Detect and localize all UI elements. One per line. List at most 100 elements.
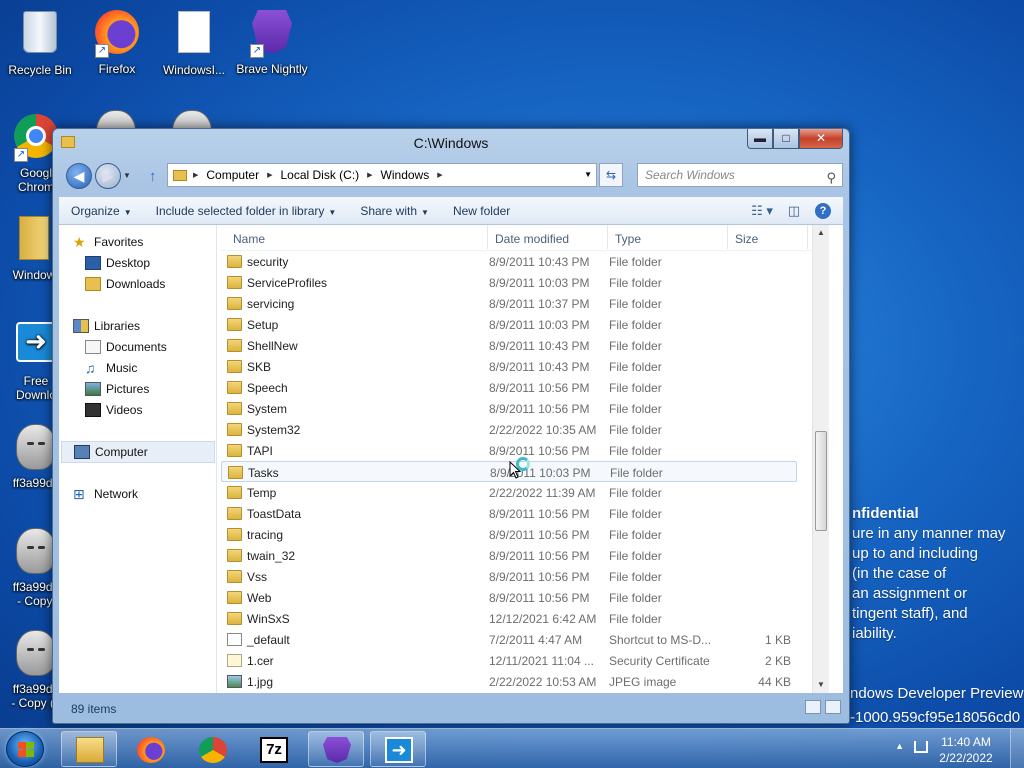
large-icons-view-icon[interactable] — [825, 700, 841, 714]
breadcrumb-arrow-icon[interactable]: ▶ — [437, 171, 442, 179]
nav-pictures[interactable]: Pictures — [85, 382, 149, 396]
nav-libraries[interactable]: Libraries — [73, 319, 140, 333]
column-header-date[interactable]: Date modified — [495, 232, 569, 246]
search-input[interactable]: Search Windows ⚲ — [637, 163, 843, 187]
column-header-name[interactable]: Name — [233, 232, 265, 246]
file-date-modified: 8/9/2011 10:56 PM — [489, 381, 590, 395]
nav-music[interactable]: ♫ Music — [85, 361, 137, 375]
column-divider[interactable] — [727, 225, 728, 249]
back-button[interactable]: ◀ — [66, 163, 92, 189]
file-date-modified: 8/9/2011 10:56 PM — [489, 591, 590, 605]
file-name: 1.jpg — [247, 675, 274, 689]
nav-favorites[interactable]: ★ Favorites — [73, 235, 143, 249]
7zip-icon: 7z — [260, 737, 288, 763]
column-divider[interactable] — [807, 225, 808, 249]
new-folder-button[interactable]: New folder — [441, 204, 522, 218]
file-row[interactable]: tracing 8/9/2011 10:56 PM File folder — [221, 524, 797, 545]
desktop-icon-windows-file[interactable]: WindowsI... — [154, 8, 234, 77]
address-bar[interactable]: ▶ Computer ▶ Local Disk (C:) ▶ Windows ▶… — [167, 163, 597, 187]
file-date-modified: 8/9/2011 10:56 PM — [489, 570, 590, 584]
taskbar-free-download-manager[interactable]: ➜ — [370, 731, 426, 767]
breadcrumb-windows[interactable]: Windows — [381, 168, 430, 182]
file-row[interactable]: servicing 8/9/2011 10:37 PM File folder — [221, 293, 797, 314]
refresh-button[interactable]: ⇆ — [599, 163, 623, 187]
forward-button[interactable]: ▶ — [95, 163, 121, 189]
desktop-icon-firefox[interactable]: ↗ Firefox — [77, 8, 157, 76]
desktop-icon-recycle-bin[interactable]: Recycle Bin — [0, 8, 80, 77]
nav-computer[interactable]: Computer — [61, 441, 215, 463]
column-divider[interactable] — [487, 225, 488, 249]
file-row[interactable]: Temp 2/22/2022 11:39 AM File folder — [221, 482, 797, 503]
file-row[interactable]: Web 8/9/2011 10:56 PM File folder — [221, 587, 797, 608]
file-row[interactable]: twain_32 8/9/2011 10:56 PM File folder — [221, 545, 797, 566]
address-dropdown-icon[interactable]: ▼ — [584, 170, 592, 179]
file-row[interactable]: ServiceProfiles 8/9/2011 10:03 PM File fol… — [221, 272, 797, 293]
share-with-button[interactable]: Share with ▼ — [348, 204, 441, 218]
vertical-scrollbar[interactable]: ▲ ▼ — [812, 225, 829, 693]
details-view-icon[interactable] — [805, 700, 821, 714]
taskbar-7zip[interactable]: 7z — [245, 731, 301, 767]
recent-pages-dropdown-icon[interactable]: ▼ — [123, 171, 131, 180]
breadcrumb-arrow-icon[interactable]: ▶ — [267, 171, 272, 179]
start-button[interactable] — [6, 731, 44, 767]
breadcrumb-computer[interactable]: Computer — [206, 168, 259, 182]
include-in-library-button[interactable]: Include selected folder in library ▼ — [144, 204, 349, 218]
network-status-icon[interactable] — [914, 741, 928, 753]
file-row[interactable]: System 8/9/2011 10:56 PM File folder — [221, 398, 797, 419]
file-row[interactable]: System32 2/22/2022 10:35 AM File folder — [221, 419, 797, 440]
breadcrumb-arrow-icon[interactable]: ▶ — [367, 171, 372, 179]
file-row[interactable]: TAPI 8/9/2011 10:56 PM File folder — [221, 440, 797, 461]
title-bar[interactable]: C:\Windows ▬ □ ✕ — [53, 129, 849, 159]
file-row[interactable]: Speech 8/9/2011 10:56 PM File folder — [221, 377, 797, 398]
file-row[interactable]: 1.jpg 2/22/2022 10:53 AM JPEG image 44 KB — [221, 671, 797, 692]
file-name: Tasks — [248, 466, 279, 480]
nav-videos[interactable]: Videos — [85, 403, 142, 417]
scrollbar-thumb[interactable] — [815, 431, 827, 531]
help-icon[interactable]: ? — [815, 203, 831, 219]
up-arrow-icon[interactable]: ↑ — [149, 168, 157, 185]
folder-icon — [227, 276, 242, 289]
taskbar-firefox[interactable] — [122, 731, 178, 767]
taskbar-explorer[interactable] — [61, 731, 117, 767]
file-row[interactable]: SKB 8/9/2011 10:43 PM File folder — [221, 356, 797, 377]
watermark-text: up to and including — [852, 545, 978, 562]
change-view-icon[interactable]: ☷ ▾ — [751, 203, 773, 219]
clock[interactable]: 11:40 AM 2/22/2022 — [934, 734, 998, 766]
nav-desktop[interactable]: Desktop — [85, 256, 150, 270]
file-row[interactable]: ToastData 8/9/2011 10:56 PM File folder — [221, 503, 797, 524]
scroll-up-arrow-icon[interactable]: ▲ — [813, 225, 829, 241]
organize-button[interactable]: Organize ▼ — [59, 204, 144, 218]
file-row[interactable]: Setup 8/9/2011 10:03 PM File folder — [221, 314, 797, 335]
column-divider[interactable] — [607, 225, 608, 249]
nav-documents[interactable]: Documents — [85, 340, 167, 354]
watermark-text: tingent staff), and — [852, 605, 968, 622]
file-row[interactable]: Vss 8/9/2011 10:56 PM File folder — [221, 566, 797, 587]
column-header-type[interactable]: Type — [615, 232, 641, 246]
minimize-button[interactable]: ▬ — [747, 129, 773, 149]
libraries-icon — [73, 319, 89, 333]
column-header-size[interactable]: Size — [735, 232, 758, 246]
file-row[interactable]: 1.cer 12/11/2021 11:04 ... Security Certif… — [221, 650, 797, 671]
shortcut-arrow-icon: ↗ — [250, 44, 264, 58]
nav-downloads[interactable]: Downloads — [85, 277, 165, 291]
close-button[interactable]: ✕ — [799, 129, 843, 149]
preview-pane-icon[interactable]: ◫ — [783, 203, 805, 219]
breadcrumb-local-disk[interactable]: Local Disk (C:) — [280, 168, 359, 182]
file-date-modified: 8/9/2011 10:43 PM — [489, 339, 590, 353]
taskbar-chrome[interactable] — [184, 731, 240, 767]
file-name: Temp — [247, 486, 277, 500]
file-row[interactable]: WinSxS 12/12/2021 6:42 AM File folder — [221, 608, 797, 629]
file-row[interactable]: security 8/9/2011 10:43 PM File folder — [221, 251, 797, 272]
breadcrumb-arrow-icon[interactable]: ▶ — [193, 171, 198, 179]
scroll-down-arrow-icon[interactable]: ▼ — [813, 677, 829, 693]
file-row[interactable]: _default 7/2/2011 4:47 AM Shortcut to MS-D… — [221, 629, 797, 650]
taskbar-brave-nightly[interactable] — [308, 731, 364, 767]
maximize-button[interactable]: □ — [773, 129, 799, 149]
desktop-icon-brave-nightly[interactable]: ↗ Brave Nightly — [232, 8, 312, 76]
search-icon[interactable]: ⚲ — [826, 167, 836, 189]
nav-network[interactable]: ⊞ Network — [73, 487, 138, 501]
show-desktop-button[interactable] — [1010, 729, 1024, 768]
file-name: System32 — [247, 423, 301, 437]
file-row[interactable]: ShellNew 8/9/2011 10:43 PM File folder — [221, 335, 797, 356]
show-hidden-icons-icon[interactable]: ▲ — [895, 741, 904, 751]
